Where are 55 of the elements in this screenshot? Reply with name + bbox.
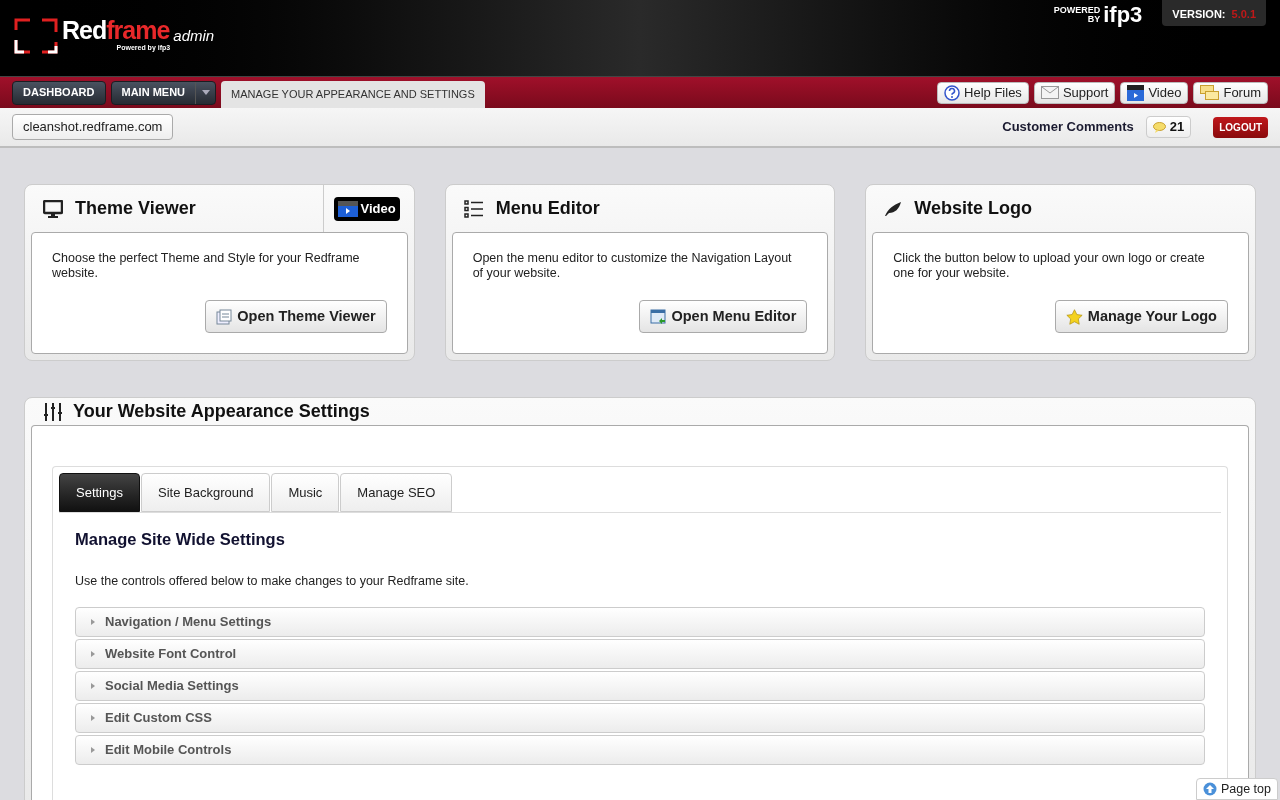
nav-button[interactable]: DASHBOARD	[12, 80, 106, 105]
document-icon	[216, 308, 233, 325]
card-title: Website Logo	[914, 197, 1032, 220]
card-description: Open the menu editor to customize the Navigation Layout of your website.	[472, 251, 793, 281]
help-icon	[944, 84, 961, 101]
card-title: Menu Editor	[495, 197, 600, 220]
monitor-icon	[43, 199, 63, 218]
site-address: cleanshot.redframe.com	[12, 114, 174, 140]
version-badge: VERSION: 5.0.1	[1162, 0, 1266, 26]
leaf-icon	[884, 200, 903, 217]
card-title: Theme Viewer	[75, 197, 196, 220]
chat-bubbles-icon	[1200, 84, 1220, 101]
current-page-tab[interactable]: MANAGE YOUR APPEARANCE AND SETTINGS	[221, 81, 485, 108]
settings-tab[interactable]: Site Background	[141, 473, 271, 512]
logo-wordmark: Redframe	[62, 18, 170, 43]
card-action-button[interactable]: Manage Your Logo	[1054, 300, 1228, 333]
card-description: Click the button below to upload your own logo or create one for your website.	[893, 251, 1206, 281]
help-link-button[interactable]: Video	[1120, 81, 1189, 104]
speech-bubble-icon	[1152, 121, 1166, 133]
settings-tab[interactable]: Music	[271, 473, 340, 512]
page-top-button[interactable]: Page top	[1195, 778, 1278, 800]
nav-button[interactable]: MAIN MENU	[110, 80, 217, 105]
up-arrow-icon	[1202, 782, 1217, 796]
by-label: BY	[1087, 15, 1101, 24]
window-icon	[650, 308, 667, 325]
accordion-header[interactable]: Website Font Control	[75, 638, 1205, 669]
logout-button[interactable]: LOGOUT	[1213, 116, 1268, 138]
star-icon	[1065, 308, 1083, 325]
powered-label: POWERED	[1053, 6, 1101, 15]
list-icon	[463, 199, 484, 218]
help-link-button[interactable]: Forum	[1193, 81, 1268, 104]
settings-tab[interactable]: Settings	[59, 473, 140, 512]
envelope-icon	[1040, 86, 1059, 99]
accordion-header[interactable]: Edit Custom CSS	[75, 702, 1205, 733]
help-link-button[interactable]: Support	[1033, 81, 1116, 104]
video-button[interactable]: Video	[334, 196, 400, 221]
section-heading: Manage Site Wide Settings	[75, 529, 286, 550]
logo-suffix: admin	[173, 28, 215, 43]
customer-comments-label: Customer Comments	[1002, 118, 1134, 137]
section-description: Use the controls offered below to make changes to your Redframe site.	[75, 572, 470, 590]
panel-title: Your Website Appearance Settings	[73, 400, 370, 423]
clapperboard-icon	[338, 200, 359, 217]
settings-tab[interactable]: Manage SEO	[340, 473, 453, 512]
frame-logo-icon	[14, 18, 58, 54]
card-description: Choose the perfect Theme and Style for your Redframe website.	[52, 251, 361, 281]
sliders-icon	[43, 401, 63, 422]
clapperboard-icon	[1127, 84, 1145, 101]
comments-count-button[interactable]: 21	[1145, 116, 1192, 138]
card-action-button[interactable]: Open Theme Viewer	[205, 300, 387, 333]
ifp3-logo: ifp3	[1103, 4, 1143, 26]
card-action-button[interactable]: Open Menu Editor	[639, 300, 808, 333]
accordion-header[interactable]: Navigation / Menu Settings	[75, 606, 1205, 637]
accordion-header[interactable]: Edit Mobile Controls	[75, 734, 1205, 765]
help-link-button[interactable]: Help Files	[937, 81, 1029, 104]
accordion-header[interactable]: Social Media Settings	[75, 670, 1205, 701]
